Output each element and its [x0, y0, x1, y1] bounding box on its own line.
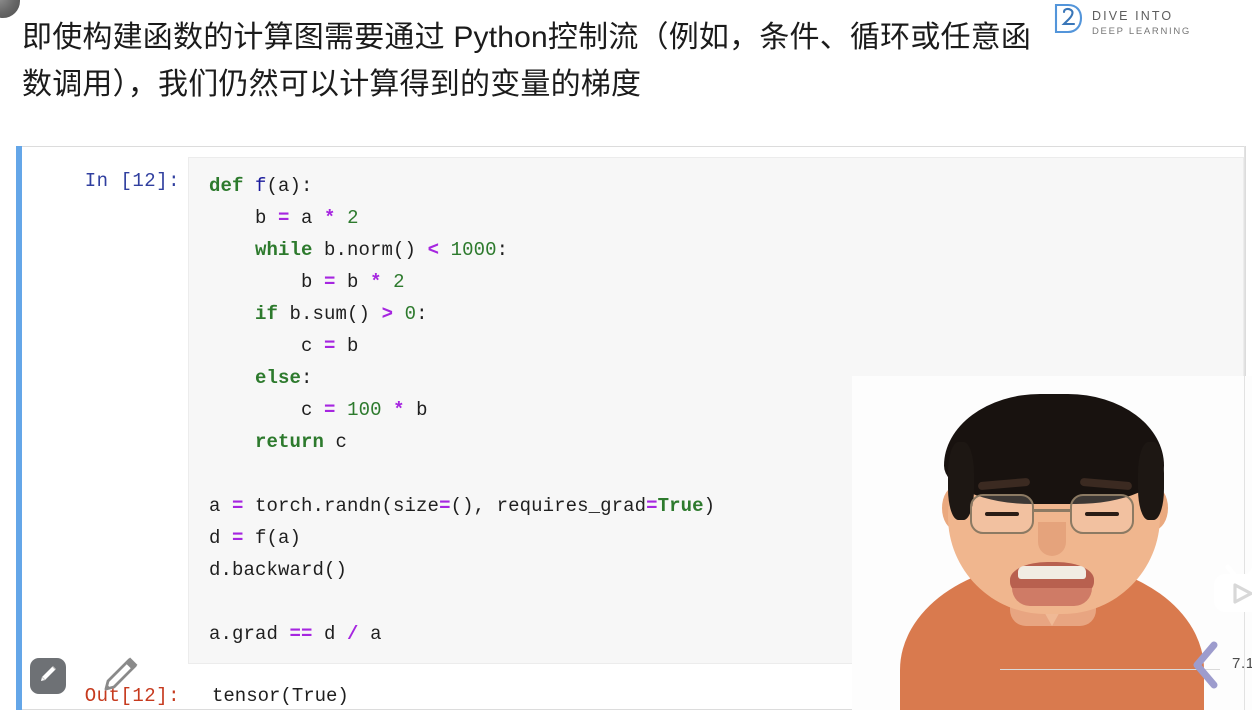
presenter-lower-lip: [1012, 588, 1092, 606]
presenter-hair-right: [1138, 442, 1164, 520]
previous-video-button[interactable]: [1188, 640, 1222, 690]
headline-line-2: 数调用），我们仍然可以计算得到的变量的梯度: [22, 68, 642, 101]
output-value: tensor(True): [212, 685, 349, 707]
episode-number-label: 7.1: [1232, 655, 1252, 672]
video-slide-frame: 即使构建函数的计算图需要通过 Python控制流（例如，条件、循环或任意函 数调…: [0, 0, 1252, 710]
player-progress-line[interactable]: [1000, 669, 1220, 670]
pencil-icon: [38, 663, 59, 689]
presenter-eye-right: [1085, 512, 1119, 516]
corner-dot-decoration: [0, 0, 20, 18]
presenter-nose: [1038, 522, 1066, 556]
player-right-rail-divider: [1244, 146, 1245, 710]
edit-pencil-cursor-icon[interactable]: [100, 653, 142, 695]
active-cell-indicator-bar: [16, 146, 22, 710]
presenter-eye-left: [985, 512, 1019, 516]
input-prompt-label: In [12]:: [84, 170, 180, 192]
bilibili-play-button[interactable]: [1208, 563, 1252, 617]
presenter-glasses-bridge: [1034, 509, 1070, 512]
edit-cell-badge-button[interactable]: [30, 658, 66, 694]
presenter-teeth: [1018, 566, 1086, 579]
slide-headline: 即使构建函数的计算图需要通过 Python控制流（例如，条件、循环或任意函 数调…: [22, 14, 1237, 108]
headline-line-1: 即使构建函数的计算图需要通过 Python控制流（例如，条件、循环或任意函: [22, 21, 1032, 54]
